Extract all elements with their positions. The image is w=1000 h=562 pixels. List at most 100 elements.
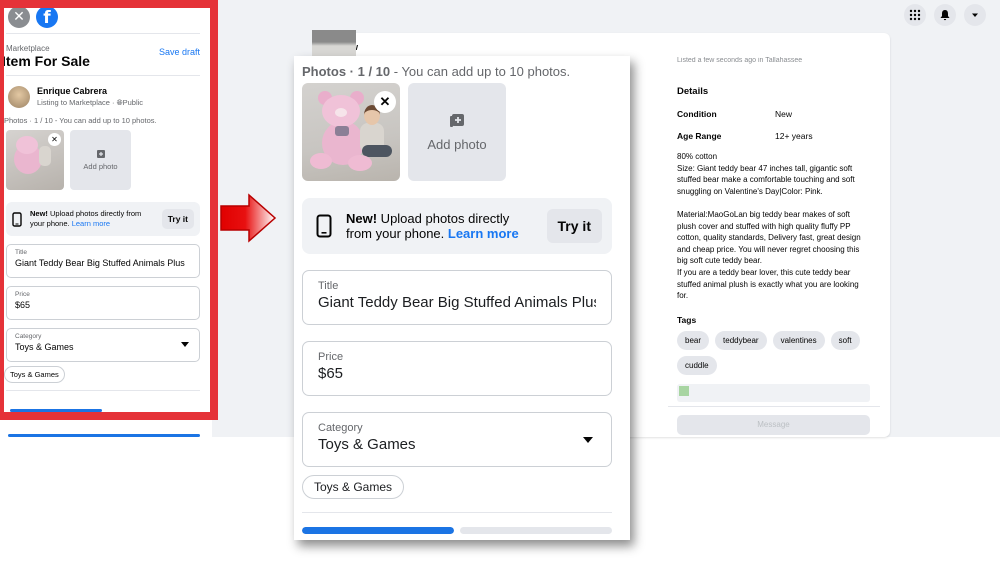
upload-banner-text: New! Upload photos directly from your ph… (30, 209, 154, 229)
photo-thumbnail[interactable]: ✕ (6, 130, 64, 190)
detail-value: New (775, 109, 793, 119)
audience-text[interactable]: Public (123, 98, 143, 107)
seller-name: Enrique Cabrera (37, 86, 108, 96)
add-photo-button[interactable]: Add photo (408, 83, 506, 181)
tag-list: bear teddybear valentines soft cuddle (677, 330, 870, 375)
close-icon: ✕ (379, 94, 391, 109)
photo-thumbnail[interactable]: ✕ (302, 83, 400, 181)
detail-key: Condition (677, 109, 717, 119)
detail-value: 12+ years (775, 131, 813, 141)
detail-row-condition: Condition New (677, 109, 880, 119)
remove-photo-button[interactable]: ✕ (374, 91, 396, 113)
phone-icon (316, 214, 332, 238)
category-label: Category (318, 422, 363, 434)
detail-row-age-range: Age Range 12+ years (677, 131, 880, 141)
close-icon: ✕ (51, 135, 58, 144)
photos-label: Photos · 1 / 10 - You can add up to 10 p… (4, 116, 157, 125)
category-chip[interactable]: Toys & Games (302, 475, 405, 499)
learn-more-link[interactable]: Learn more (72, 219, 110, 228)
photos-label: Photos · 1 / 10 - You can add up to 10 p… (302, 64, 612, 79)
category-label: Category (15, 333, 42, 340)
remove-photo-button[interactable]: ✕ (48, 133, 61, 146)
add-photo-label: Add photo (427, 136, 487, 152)
form-progress (302, 527, 612, 534)
sidebar-header: Marketplace Item For Sale Save draft (2, 34, 200, 76)
listing-description: 80% cotton Size: Giant teddy bear 47 inc… (677, 152, 861, 301)
price-value[interactable]: $65 (318, 365, 596, 382)
category-chip[interactable]: Toys & Games (4, 366, 65, 383)
try-it-button[interactable]: Try it (546, 209, 602, 243)
price-field[interactable]: Price $65 (302, 341, 612, 396)
tag-chip[interactable]: soft (830, 330, 860, 350)
add-photo-label: Add photo (83, 162, 118, 171)
save-draft-button[interactable]: Save draft (159, 47, 200, 57)
category-value[interactable]: Toys & Games (318, 436, 596, 453)
notifications-bell-icon (940, 10, 950, 21)
listing-audience: Listing to Marketplace · 🌐︎Public (37, 98, 143, 108)
photos-count: Photos · 1 / 10 (302, 64, 391, 79)
dropdown-caret-icon (181, 342, 189, 347)
listing-sidebar: ✕ f Marketplace Item For Sale Save draft… (0, 0, 212, 437)
tag-chip[interactable]: cuddle (677, 355, 717, 375)
progress-step-1 (302, 527, 454, 534)
facebook-logo-icon[interactable]: f (36, 5, 58, 28)
top-nav-icons (904, 4, 986, 26)
location-map[interactable] (677, 383, 870, 402)
details-heading: Details (677, 86, 709, 97)
try-it-button[interactable]: Try it (161, 209, 194, 229)
add-photo-button[interactable]: Add photo (70, 130, 131, 190)
notifications-button[interactable] (934, 4, 956, 26)
zoomed-form-panel: Photos · 1 / 10 - You can add up to 10 p… (294, 56, 630, 540)
listing-details-panel: Listed a few seconds ago in Tallahassee … (668, 55, 880, 437)
account-menu-button[interactable] (964, 4, 986, 26)
price-label: Price (318, 351, 344, 363)
avatar[interactable] (8, 86, 30, 108)
new-badge-text: New! (346, 211, 378, 226)
tag-chip[interactable]: teddybear (715, 330, 767, 350)
add-photo-icon (450, 113, 464, 127)
category-select[interactable]: Category Toys & Games (6, 328, 200, 362)
title-label: Title (318, 280, 339, 292)
phone-upload-banner: New! Upload photos directly from your ph… (302, 198, 612, 254)
price-label: Price (15, 291, 30, 298)
learn-more-link[interactable]: Learn more (448, 226, 519, 241)
price-field[interactable]: Price $65 (6, 286, 200, 320)
title-field[interactable]: Title Giant Teddy Bear Big Stuffed Anima… (302, 270, 612, 325)
divider (668, 405, 880, 407)
tag-chip[interactable]: valentines (772, 330, 825, 350)
price-value[interactable]: $65 (15, 300, 191, 310)
listed-time-text: Listed a few seconds ago in Tallahassee (677, 57, 803, 64)
add-photo-icon (96, 150, 105, 158)
divider (6, 390, 200, 391)
photo-list: ✕ Add photo (6, 130, 200, 190)
close-button[interactable]: ✕ (8, 5, 30, 28)
photos-hint: - You can add up to 10 photos. (390, 64, 571, 79)
progress-step-2 (460, 527, 612, 534)
detail-key: Age Range (677, 131, 722, 141)
phone-upload-banner: New! Upload photos directly from your ph… (6, 202, 200, 236)
sidebar-topbar: ✕ f (6, 0, 200, 34)
sidebar-progress-fill (10, 409, 102, 412)
phone-icon (12, 211, 22, 227)
menu-grid-icon (909, 9, 921, 21)
tag-chip[interactable]: bear (677, 330, 710, 350)
listing-target-text: Listing to Marketplace · (37, 98, 117, 107)
title-value[interactable]: Giant Teddy Bear Big Stuffed Animals Plu… (318, 294, 596, 311)
title-field[interactable]: Title Giant Teddy Bear Big Stuffed Anima… (6, 244, 200, 278)
title-label: Title (15, 249, 28, 256)
new-badge-text: New! (30, 209, 48, 218)
sidebar-publish-bar[interactable] (8, 434, 200, 437)
message-button[interactable]: Message (677, 414, 870, 435)
category-value[interactable]: Toys & Games (15, 342, 191, 352)
breadcrumb[interactable]: Marketplace (6, 44, 90, 53)
category-select[interactable]: Category Toys & Games (302, 412, 612, 467)
chevron-down-icon (972, 13, 978, 17)
close-icon: ✕ (13, 8, 25, 24)
tags-heading: Tags (677, 314, 697, 325)
divider (302, 512, 612, 513)
menu-grid-button[interactable] (904, 4, 926, 26)
red-arrow-icon (220, 193, 277, 243)
photo-list: ✕ Add photo (302, 83, 612, 181)
seller-info: Enrique Cabrera Listing to Marketplace ·… (6, 86, 200, 108)
title-value[interactable]: Giant Teddy Bear Big Stuffed Animals Plu… (15, 258, 191, 268)
